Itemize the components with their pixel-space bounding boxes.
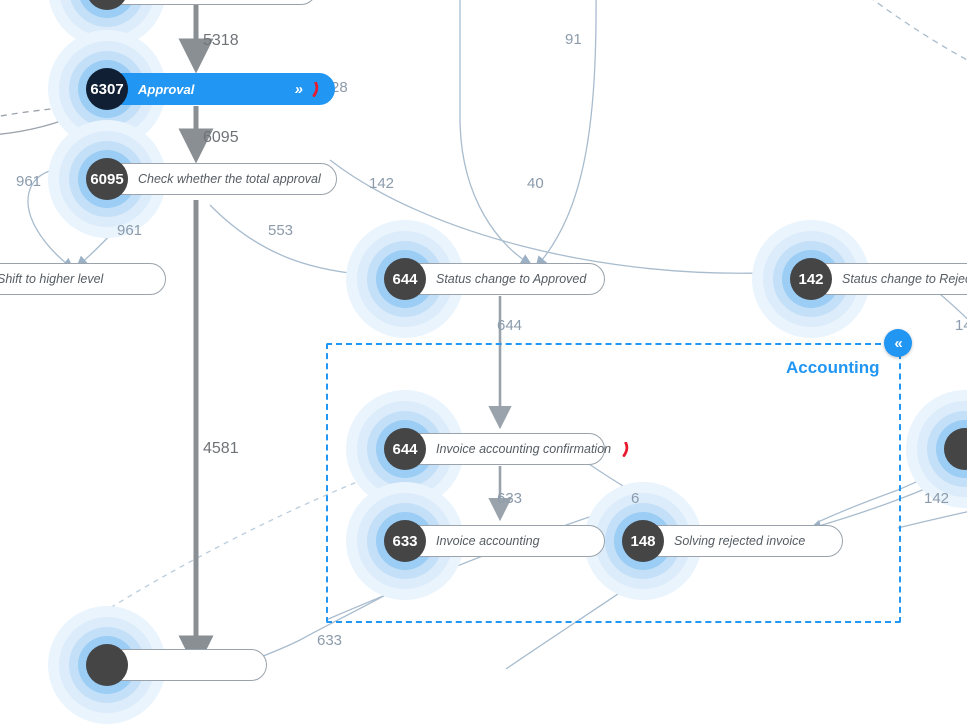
node-body[interactable]: Check whether the total approval bbox=[107, 163, 337, 195]
group-label-accounting: Accounting bbox=[786, 358, 880, 377]
group-frame-accounting[interactable] bbox=[326, 343, 901, 623]
node-label: Shift to higher level bbox=[0, 272, 104, 286]
node-body[interactable]: Solving rejected invoice bbox=[643, 525, 843, 557]
node-count-badge bbox=[944, 428, 967, 470]
node-body[interactable]: Status change to Rejected bbox=[811, 263, 967, 295]
node-body[interactable]: Invoice accounting confirmation bbox=[405, 433, 629, 465]
node-count-badge: 6307 bbox=[86, 68, 128, 110]
repeat-loop-icon bbox=[622, 441, 629, 457]
edge-label: 961 bbox=[16, 173, 42, 190]
edge-label: 142 bbox=[924, 490, 950, 507]
repeat-loop-icon bbox=[312, 81, 319, 97]
node-count-badge: 644 bbox=[384, 428, 426, 470]
process-node[interactable]: 148 Solving rejected invoice bbox=[622, 520, 843, 562]
edge-label: 633 bbox=[317, 632, 343, 649]
node-body[interactable]: Status change to Approved bbox=[405, 263, 605, 295]
process-node[interactable]: 142 Status change to Rejected bbox=[790, 258, 967, 300]
node-label: Invoice accounting confirmation bbox=[436, 442, 612, 456]
edge-label: 961 bbox=[117, 222, 143, 239]
node-count-badge: 633 bbox=[384, 520, 426, 562]
chevron-double-left-icon[interactable]: « bbox=[884, 329, 912, 357]
node-count-badge bbox=[86, 644, 128, 686]
process-node[interactable]: 6307 Approval » bbox=[86, 68, 335, 110]
edge-label: 4581 bbox=[203, 440, 239, 457]
process-node[interactable]: 644 Status change to Approved bbox=[384, 258, 605, 300]
edge-label: 142 bbox=[369, 175, 395, 192]
edge-label: 6095 bbox=[203, 129, 239, 146]
node-label: Invoice accounting bbox=[436, 534, 540, 548]
node-body[interactable]: Shift to higher level bbox=[0, 263, 166, 295]
edge-label: 5318 bbox=[203, 32, 239, 49]
edge-label: 40 bbox=[527, 175, 544, 192]
chevron-double-right-icon[interactable]: » bbox=[295, 82, 303, 97]
node-body[interactable] bbox=[107, 649, 267, 681]
node-label: Solving rejected invoice bbox=[674, 534, 806, 548]
node-label: Approval bbox=[138, 81, 195, 97]
process-node[interactable]: 644 Invoice accounting confirmation bbox=[384, 428, 629, 470]
node-body[interactable]: Invoice accounting bbox=[405, 525, 605, 557]
node-count-badge: 6095 bbox=[86, 158, 128, 200]
node-body[interactable]: Approval » bbox=[107, 73, 335, 105]
node-label: Status change to Approved bbox=[436, 272, 587, 286]
process-node[interactable]: 633 Invoice accounting bbox=[384, 520, 605, 562]
process-node[interactable] bbox=[86, 0, 317, 10]
edge-label: 91 bbox=[565, 31, 582, 48]
process-map-canvas[interactable]: Accounting « 6307 Approval » 6095 Check whet… bbox=[0, 0, 967, 724]
node-body[interactable] bbox=[107, 0, 317, 5]
node-label: Check whether the total approval bbox=[138, 172, 321, 186]
node-count-badge: 142 bbox=[790, 258, 832, 300]
edge-label: 644 bbox=[497, 317, 523, 334]
process-node[interactable] bbox=[86, 644, 267, 686]
edge-label: 6 bbox=[631, 490, 640, 507]
process-node[interactable]: 6095 Check whether the total approval bbox=[86, 158, 337, 200]
edge-label: 633 bbox=[497, 490, 523, 507]
process-node[interactable] bbox=[944, 428, 967, 470]
node-count-badge: 148 bbox=[622, 520, 664, 562]
node-count-badge: 644 bbox=[384, 258, 426, 300]
edge-label: 553 bbox=[268, 222, 294, 239]
edge-label: 14 bbox=[955, 317, 967, 334]
node-label: Status change to Rejected bbox=[842, 272, 967, 286]
process-node[interactable]: Shift to higher level bbox=[0, 262, 166, 296]
